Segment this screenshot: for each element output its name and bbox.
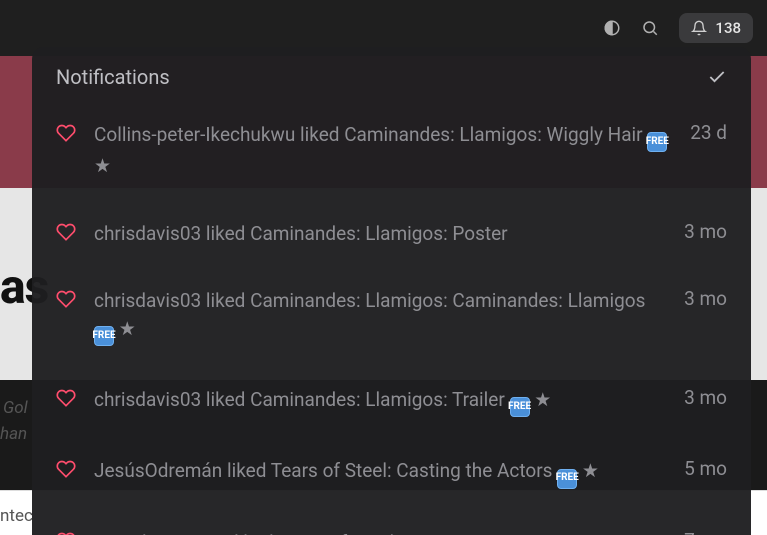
free-badge-icon: FREE: [647, 132, 667, 152]
heart-icon: [56, 531, 76, 535]
bell-icon: [691, 20, 707, 36]
notif-count: 138: [715, 19, 741, 37]
heart-icon: [56, 123, 76, 143]
star-icon: ★: [119, 317, 136, 340]
star-icon: ★: [94, 154, 111, 177]
heart-icon: [56, 289, 76, 309]
star-icon: ★: [582, 459, 599, 482]
heart-icon: [56, 222, 76, 242]
notification-time: 23 d: [690, 121, 727, 144]
notification-row[interactable]: Collins-peter-Ikechukwu liked Caminandes…: [56, 107, 727, 206]
page-text-fragment: han: [0, 424, 27, 444]
notifications-list: Collins-peter-Ikechukwu liked Caminandes…: [56, 107, 727, 535]
heart-icon: [56, 388, 76, 408]
notification-time: 7 mo: [684, 529, 727, 535]
search-icon[interactable]: [641, 19, 659, 37]
notification-text: chrisdavis03 liked Caminandes: Llamigos:…: [94, 386, 666, 417]
star-icon: ★: [534, 388, 551, 411]
notification-row[interactable]: chrisdavis03 liked Caminandes: Llamigos:…: [56, 372, 727, 443]
notification-time: 5 mo: [684, 457, 727, 480]
notification-time: 3 mo: [684, 220, 727, 243]
notification-row[interactable]: chrisdavis03 liked Caminandes: Llamigos:…: [56, 206, 727, 274]
free-badge-icon: FREE: [94, 326, 114, 346]
notification-time: 3 mo: [684, 287, 727, 310]
notification-text: Collins-peter-Ikechukwu liked Caminandes…: [94, 121, 672, 180]
notification-time: 3 mo: [684, 386, 727, 409]
notification-row[interactable]: JesúsOdremán liked Tears of Steel: Casti…: [56, 443, 727, 514]
free-badge-icon: FREE: [510, 397, 530, 417]
notifications-panel: Notifications Collins-peter-Ikechukwu li…: [32, 47, 751, 535]
notifications-button[interactable]: 138: [679, 13, 753, 43]
notification-text: chrisdavis03 liked Caminandes: Llamigos:…: [94, 287, 666, 346]
notification-text: Daniel-R-Layson liked Tears of Steel: Fr…: [94, 529, 666, 535]
page-row-text: ntec: [0, 506, 33, 526]
page-text-fragment: Gol: [3, 398, 28, 418]
heart-icon: [56, 459, 76, 479]
notification-text: JesúsOdremán liked Tears of Steel: Casti…: [94, 457, 666, 488]
notification-row[interactable]: Daniel-R-Layson liked Tears of Steel: Fr…: [56, 515, 727, 535]
notification-row[interactable]: chrisdavis03 liked Caminandes: Llamigos:…: [56, 273, 727, 372]
free-badge-icon: FREE: [557, 469, 577, 489]
notification-text: chrisdavis03 liked Caminandes: Llamigos:…: [94, 220, 666, 248]
theme-toggle-icon[interactable]: [603, 19, 621, 37]
mark-all-read-icon[interactable]: [707, 67, 727, 87]
notifications-title: Notifications: [56, 65, 170, 89]
